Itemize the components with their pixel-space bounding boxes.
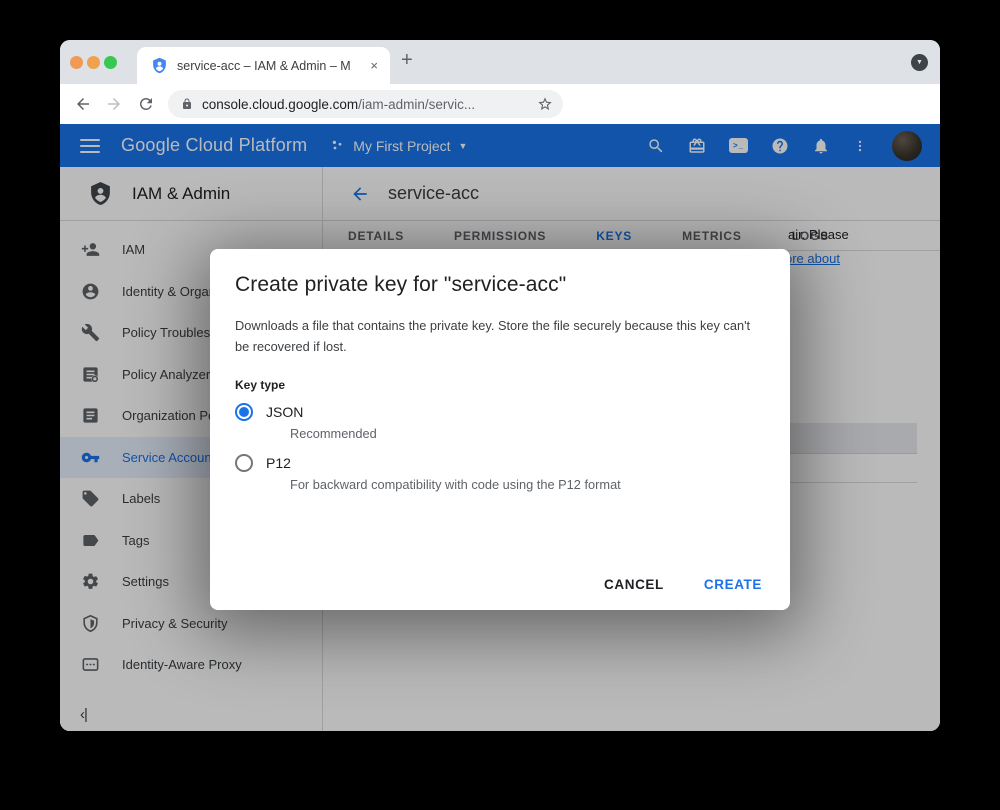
caret-down-icon: ▼ <box>916 59 923 66</box>
window-minimize-button[interactable] <box>87 56 100 69</box>
radio-description: Recommended <box>290 426 765 441</box>
desktop-background: service-acc – IAM & Admin – M × + ▼ cons… <box>0 0 1000 810</box>
tab-title: service-acc – IAM & Admin – M <box>177 59 364 73</box>
back-icon[interactable] <box>74 95 92 113</box>
create-private-key-dialog: Create private key for "service-acc" Dow… <box>210 249 790 610</box>
radio-description: For backward compatibility with code usi… <box>290 477 765 492</box>
url-path: /iam-admin/servic... <box>358 97 475 112</box>
new-tab-button[interactable]: + <box>401 49 413 72</box>
address-bar[interactable]: console.cloud.google.com/iam-admin/servi… <box>168 90 563 118</box>
cancel-button[interactable]: CANCEL <box>604 577 664 592</box>
bookmark-star-icon[interactable] <box>537 96 553 112</box>
radio-unselected-icon[interactable] <box>235 454 253 472</box>
radio-option-p12[interactable]: P12 <box>235 454 765 472</box>
dialog-title: Create private key for "service-acc" <box>235 273 765 297</box>
radio-label: JSON <box>266 404 303 420</box>
forward-icon[interactable] <box>105 95 123 113</box>
radio-label: P12 <box>266 455 291 471</box>
url-host: console.cloud.google.com <box>202 97 358 112</box>
radio-selected-icon[interactable] <box>235 403 253 421</box>
iam-shield-favicon <box>151 57 168 74</box>
radio-option-json[interactable]: JSON <box>235 403 765 421</box>
window-close-button[interactable] <box>70 56 83 69</box>
dialog-actions: CANCEL CREATE <box>604 577 762 592</box>
dialog-body-text: Downloads a file that contains the priva… <box>235 315 753 357</box>
reload-icon[interactable] <box>137 95 155 113</box>
tab-close-icon[interactable]: × <box>370 59 378 72</box>
lock-icon <box>181 98 193 110</box>
create-button[interactable]: CREATE <box>704 577 762 592</box>
window-zoom-button[interactable] <box>104 56 117 69</box>
browser-tab-strip: service-acc – IAM & Admin – M × + ▼ <box>60 40 940 84</box>
browser-profile-button[interactable]: ▼ <box>911 54 928 71</box>
key-type-label: Key type <box>235 378 765 392</box>
browser-window: service-acc – IAM & Admin – M × + ▼ cons… <box>60 40 940 731</box>
browser-toolbar: console.cloud.google.com/iam-admin/servi… <box>60 84 940 124</box>
browser-tab[interactable]: service-acc – IAM & Admin – M × <box>137 47 390 84</box>
